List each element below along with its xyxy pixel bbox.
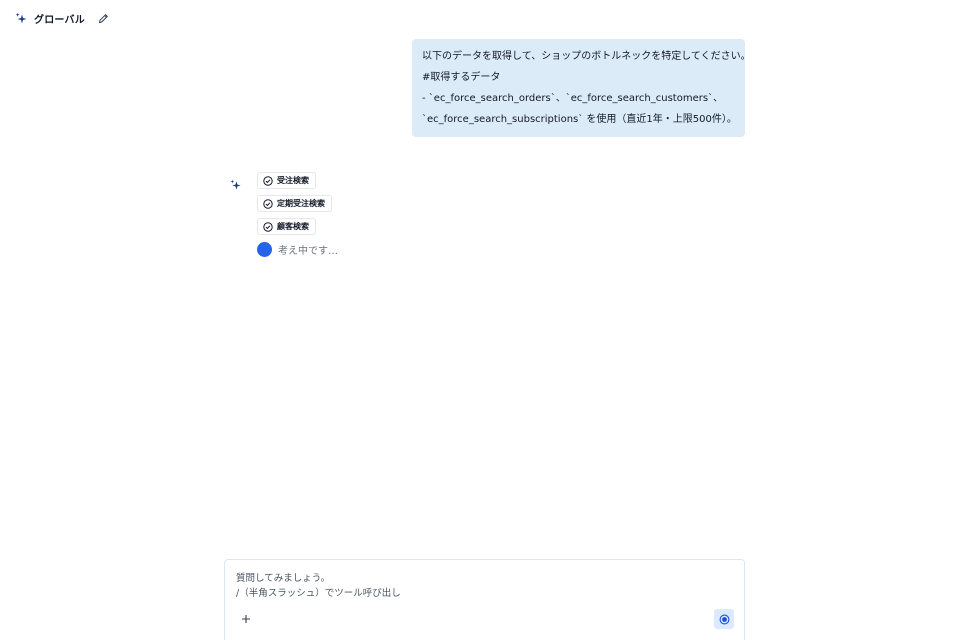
tool-chip-label: 顧客検索	[277, 222, 309, 231]
user-message-bubble: 以下のデータを取得して、ショップのボトルネックを特定してください。 #取得するデ…	[412, 39, 751, 137]
user-message-line: 以下のデータを取得して、ショップのボトルネックを特定してください。	[422, 51, 751, 62]
header: グローバル	[15, 9, 111, 27]
check-circle-icon	[263, 198, 273, 209]
page-title: グローバル	[34, 14, 85, 26]
tool-chip-label: 受注検索	[277, 176, 309, 185]
thinking-text: 考え中です…	[278, 245, 338, 257]
user-message-line: `ec_force_search_subscriptions` を使用（直近1年…	[422, 114, 737, 125]
tool-chip-order-search[interactable]: 受注検索	[257, 172, 316, 189]
check-circle-icon	[263, 221, 273, 232]
chat-app: グローバル 以下のデータを取得して、ショップのボトルネックを特定してください。 …	[0, 0, 960, 640]
composer-placeholder-line: /（半角スラッシュ）でツール呼び出し	[236, 588, 401, 599]
tool-chip-label: 定期受注検索	[277, 199, 325, 208]
sparkle-icon	[15, 12, 28, 25]
composer-placeholder[interactable]: 質問してみましょう。 /（半角スラッシュ）でツール呼び出し	[236, 571, 401, 601]
tool-chip-customer-search[interactable]: 顧客検索	[257, 218, 316, 235]
message-composer[interactable]: 質問してみましょう。 /（半角スラッシュ）でツール呼び出し	[224, 559, 745, 640]
plus-icon	[241, 614, 251, 624]
user-message-line: - `ec_force_search_orders`、`ec_force_sea…	[422, 93, 724, 104]
thinking-dot	[257, 241, 272, 257]
composer-placeholder-line: 質問してみましょう。	[236, 573, 331, 584]
record-icon	[719, 614, 730, 625]
add-button[interactable]	[239, 612, 253, 626]
send-button[interactable]	[714, 609, 734, 629]
thinking-indicator: 考え中です…	[257, 241, 338, 257]
pencil-icon[interactable]	[97, 11, 111, 25]
sparkle-icon	[230, 176, 242, 190]
check-circle-icon	[263, 175, 273, 186]
user-message-line: #取得するデータ	[422, 72, 501, 83]
tool-chip-subscription-search[interactable]: 定期受注検索	[257, 195, 332, 212]
